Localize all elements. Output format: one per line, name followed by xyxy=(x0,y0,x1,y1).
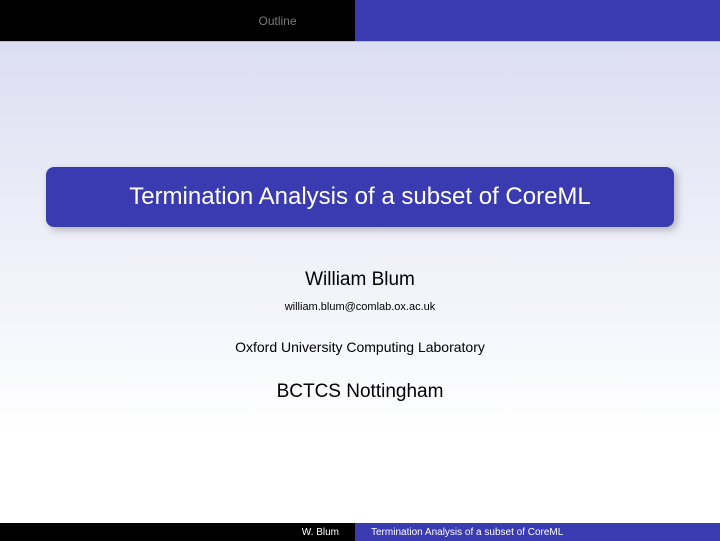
venue: BCTCS Nottingham xyxy=(277,381,444,403)
author-email: william.blum@comlab.ox.ac.uk xyxy=(285,301,436,313)
footer-bar: W. Blum Termination Analysis of a subset… xyxy=(0,523,720,541)
nav-left-panel: Outline xyxy=(0,0,355,41)
affiliation: Oxford University Computing Laboratory xyxy=(235,339,485,355)
author-name: William Blum xyxy=(305,269,415,291)
nav-right-panel xyxy=(355,0,720,41)
footer-title: Termination Analysis of a subset of Core… xyxy=(371,527,563,538)
slide-title: Termination Analysis of a subset of Core… xyxy=(129,183,591,210)
slide-content: Termination Analysis of a subset of Core… xyxy=(0,42,720,523)
nav-outline-link[interactable]: Outline xyxy=(258,14,296,28)
footer-title-panel: Termination Analysis of a subset of Core… xyxy=(355,523,720,541)
footer-author: W. Blum xyxy=(0,527,355,538)
top-navigation-bar: Outline xyxy=(0,0,720,42)
slide-title-box: Termination Analysis of a subset of Core… xyxy=(46,167,674,227)
